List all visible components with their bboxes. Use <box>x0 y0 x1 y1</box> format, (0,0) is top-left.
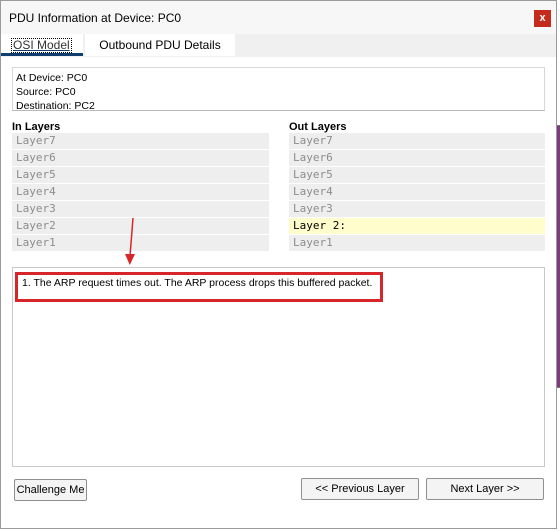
out-layers-title: Out Layers <box>289 121 347 133</box>
layer-description-box: 1. The ARP request times out. The ARP pr… <box>12 267 545 467</box>
device-info-box: At Device: PC0 Source: PC0 Destination: … <box>12 67 545 112</box>
in-layers-list: Layer7 Layer6 Layer5 Layer4 Layer3 Layer… <box>12 133 269 252</box>
out-layer-7[interactable]: Layer7 <box>289 133 545 149</box>
tab-outbound-pdu-details[interactable]: Outbound PDU Details <box>85 34 235 56</box>
device-label: At Device: PC0 <box>16 72 88 84</box>
in-layer-7[interactable]: Layer7 <box>12 133 269 149</box>
title-bar: PDU Information at Device: PC0 x <box>1 1 556 34</box>
tab-osi-model[interactable]: OSI Model <box>1 34 83 56</box>
tab-osi-model-label: OSI Model <box>11 38 72 53</box>
out-layer-4[interactable]: Layer4 <box>289 184 545 200</box>
in-layers-title: In Layers <box>12 121 61 133</box>
in-layer-2[interactable]: Layer2 <box>12 218 269 234</box>
challenge-me-button[interactable]: Challenge Me <box>14 479 87 501</box>
osi-model-panel: At Device: PC0 Source: PC0 Destination: … <box>1 57 556 528</box>
source-label: Source: PC0 <box>16 86 76 98</box>
out-layer-6[interactable]: Layer6 <box>289 150 545 166</box>
tab-bar: OSI Model Outbound PDU Details <box>1 34 556 56</box>
in-layer-3[interactable]: Layer3 <box>12 201 269 217</box>
window-title: PDU Information at Device: PC0 <box>9 11 182 25</box>
destination-label: Destination: PC2 <box>16 100 95 112</box>
close-button[interactable]: x <box>534 10 551 27</box>
out-layer-3[interactable]: Layer3 <box>289 201 545 217</box>
out-layer-5[interactable]: Layer5 <box>289 167 545 183</box>
in-layer-6[interactable]: Layer6 <box>12 150 269 166</box>
next-layer-button[interactable]: Next Layer >> <box>426 478 544 500</box>
out-layer-2-selected[interactable]: Layer 2: <box>289 218 545 234</box>
previous-layer-button[interactable]: << Previous Layer <box>301 478 419 500</box>
description-highlight: 1. The ARP request times out. The ARP pr… <box>14 272 384 302</box>
out-layer-1[interactable]: Layer1 <box>289 235 545 251</box>
pdu-info-dialog: PDU Information at Device: PC0 x OSI Mod… <box>0 0 557 529</box>
description-text: 1. The ARP request times out. The ARP pr… <box>22 277 373 289</box>
in-layer-4[interactable]: Layer4 <box>12 184 269 200</box>
out-layers-list: Layer7 Layer6 Layer5 Layer4 Layer3 Layer… <box>289 133 545 252</box>
in-layer-1[interactable]: Layer1 <box>12 235 269 251</box>
in-layer-5[interactable]: Layer5 <box>12 167 269 183</box>
